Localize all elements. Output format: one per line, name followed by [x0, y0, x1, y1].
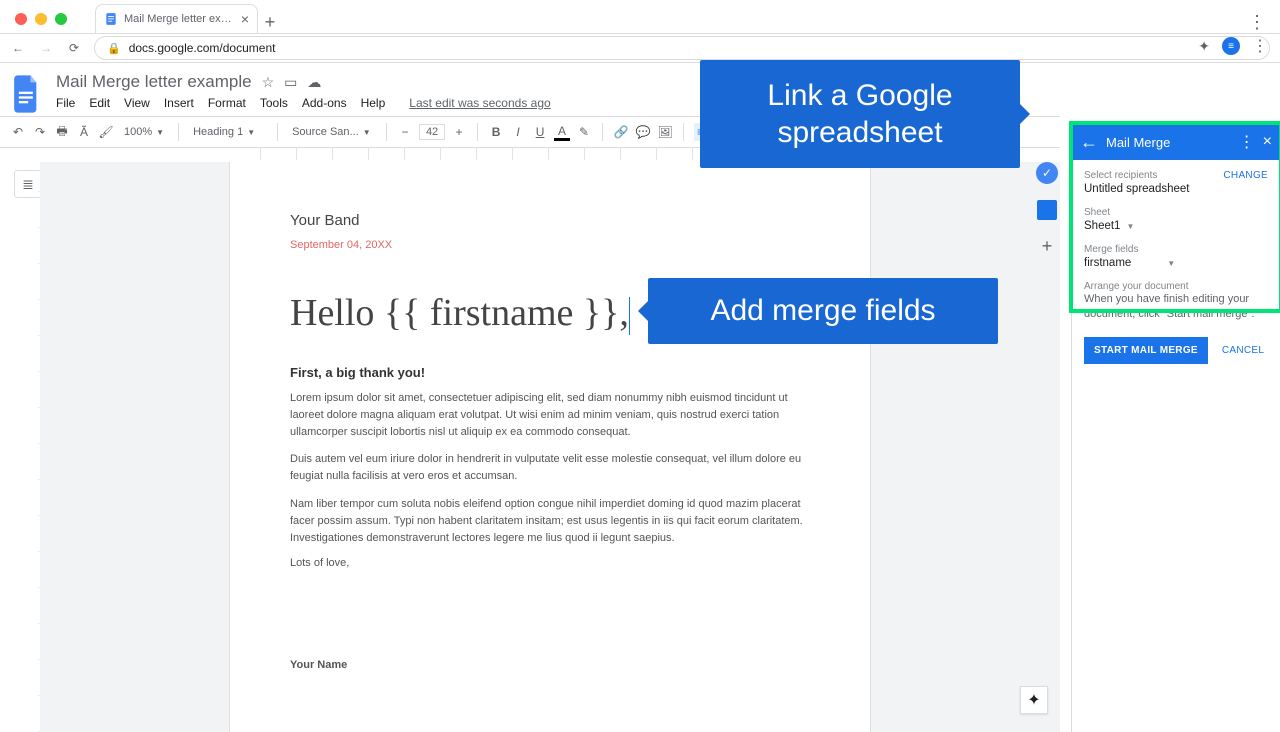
doc-footer-name: Your Name	[290, 659, 810, 671]
omnibox-url: docs.google.com/document	[129, 41, 276, 55]
doc-subheading: First, a big thank you!	[290, 365, 810, 380]
keep-companion-icon[interactable]: ✓	[1036, 162, 1058, 184]
browser-right-icons: ✦ ≡ ⋮	[1198, 36, 1268, 56]
insert-link-icon[interactable]: 🔗	[613, 125, 629, 139]
recipients-value: Untitled spreadsheet	[1084, 183, 1268, 195]
change-spreadsheet-button[interactable]: CHANGE	[1223, 170, 1268, 181]
menu-edit[interactable]: Edit	[89, 96, 110, 110]
browser-overflow-icon[interactable]: ⋮	[1248, 12, 1266, 33]
browser-address-bar: ← → ⟳ 🔒 docs.google.com/document	[0, 33, 1280, 63]
font-size-dec[interactable]: −	[397, 125, 413, 139]
sidebar-back-icon[interactable]: ←	[1080, 132, 1098, 153]
menu-addons[interactable]: Add-ons	[302, 96, 347, 110]
doc-signoff: Lots of love,	[290, 557, 810, 569]
merge-fields-select[interactable]: firstname▼	[1084, 257, 1268, 269]
mac-window-controls	[15, 13, 67, 25]
menu-tools[interactable]: Tools	[260, 96, 288, 110]
star-icon[interactable]: ☆	[262, 74, 275, 91]
callout-add-merge-fields: Add merge fields	[648, 278, 998, 344]
doc-paragraph: Duis autem vel eum iriure dolor in hendr…	[290, 451, 810, 485]
font-size-input[interactable]: 42	[419, 124, 445, 140]
lock-icon: 🔒	[107, 42, 121, 55]
sheet-select[interactable]: Sheet1▼	[1084, 220, 1268, 232]
menu-insert[interactable]: Insert	[164, 96, 194, 110]
tab-close-icon[interactable]: ×	[241, 11, 249, 27]
sidebar-help-text: When you have finish editing your docume…	[1084, 292, 1268, 323]
doc-paragraph: Lorem ipsum dolor sit amet, consectetuer…	[290, 390, 810, 441]
browser-menu-icon[interactable]: ⋮	[1252, 36, 1268, 56]
paint-format-icon[interactable]: 🖌	[98, 125, 114, 139]
browser-tab-title: Mail Merge letter example - Go	[124, 13, 235, 25]
chevron-down-icon: ▼	[1126, 222, 1134, 231]
highlight-button[interactable]: ✎	[576, 125, 592, 139]
docs-menu-bar: File Edit View Insert Format Tools Add-o…	[56, 96, 551, 110]
omnibox[interactable]: 🔒 docs.google.com/document	[94, 36, 1270, 60]
doc-paragraph: Nam liber tempor cum soluta nobis eleife…	[290, 496, 810, 547]
chevron-down-icon: ▼	[1167, 259, 1175, 268]
doc-band: Your Band	[290, 212, 810, 229]
profile-badge-icon[interactable]: ≡	[1222, 37, 1240, 55]
italic-button[interactable]: I	[510, 125, 526, 139]
nav-back-icon[interactable]: ←	[10, 41, 26, 55]
window-minimize-dot[interactable]	[35, 13, 47, 25]
mail-merge-sidebar: ← Mail Merge ⋮ × CHANGE Select recipient…	[1071, 124, 1280, 732]
bold-button[interactable]: B	[488, 125, 504, 139]
window-zoom-dot[interactable]	[55, 13, 67, 25]
doc-title[interactable]: Mail Merge letter example	[56, 72, 252, 92]
paragraph-style-select[interactable]: Heading 1▼	[189, 124, 267, 140]
move-icon[interactable]: ▭	[284, 74, 297, 91]
add-comment-icon[interactable]: 💬	[635, 125, 651, 139]
doc-date: September 04, 20XX	[290, 239, 810, 251]
docs-companion-icon[interactable]	[1037, 200, 1057, 220]
document-canvas[interactable]: Your Band September 04, 20XX Hello {{ fi…	[40, 162, 1060, 732]
cloud-status-icon[interactable]: ☁	[307, 74, 321, 91]
menu-view[interactable]: View	[124, 96, 150, 110]
start-mail-merge-button[interactable]: START MAIL MERGE	[1084, 337, 1208, 364]
print-icon[interactable]: 🖶	[54, 122, 70, 143]
menu-file[interactable]: File	[56, 96, 75, 110]
google-docs-logo[interactable]	[12, 74, 42, 114]
window-close-dot[interactable]	[15, 13, 27, 25]
nav-reload-icon[interactable]: ⟳	[66, 41, 82, 55]
sidebar-header: ← Mail Merge ⋮ ×	[1072, 124, 1280, 160]
insert-image-icon[interactable]: 🖼	[657, 125, 673, 139]
sidebar-close-icon[interactable]: ×	[1263, 133, 1272, 151]
callout-link-spreadsheet: Link a Google spreadsheet	[700, 60, 1020, 168]
sidebar-title: Mail Merge	[1106, 135, 1231, 150]
add-companion-icon[interactable]: +	[1042, 236, 1053, 257]
extensions-icon[interactable]: ✦	[1198, 38, 1210, 55]
nav-forward-icon[interactable]: →	[38, 41, 54, 55]
menu-format[interactable]: Format	[208, 96, 246, 110]
sheet-label: Sheet	[1084, 207, 1268, 218]
font-select[interactable]: Source San...▼	[288, 124, 376, 140]
spellcheck-icon[interactable]: Ã	[76, 125, 92, 139]
merge-fields-label: Merge fields	[1084, 244, 1268, 255]
redo-icon[interactable]: ↷	[32, 125, 48, 139]
underline-button[interactable]: U	[532, 125, 548, 139]
document-page[interactable]: Your Band September 04, 20XX Hello {{ fi…	[230, 162, 870, 732]
zoom-select[interactable]: 100%▼	[120, 124, 168, 140]
cancel-button[interactable]: CANCEL	[1222, 345, 1264, 356]
browser-tab-strip: Mail Merge letter example - Go × +	[95, 5, 282, 33]
explore-button[interactable]: ✦	[1020, 686, 1048, 714]
sidebar-more-icon[interactable]: ⋮	[1239, 132, 1255, 152]
undo-icon[interactable]: ↶	[10, 125, 26, 139]
arrange-label: Arrange your document	[1084, 281, 1268, 292]
new-tab-button[interactable]: +	[258, 12, 282, 33]
text-color-button[interactable]: A	[554, 124, 570, 141]
font-size-inc[interactable]: +	[451, 125, 467, 139]
menu-help[interactable]: Help	[361, 96, 386, 110]
document-outline-button[interactable]: ≣	[14, 170, 42, 198]
docs-favicon-icon	[104, 12, 118, 26]
edit-status[interactable]: Last edit was seconds ago	[409, 96, 550, 110]
browser-tab-active[interactable]: Mail Merge letter example - Go ×	[95, 4, 258, 33]
